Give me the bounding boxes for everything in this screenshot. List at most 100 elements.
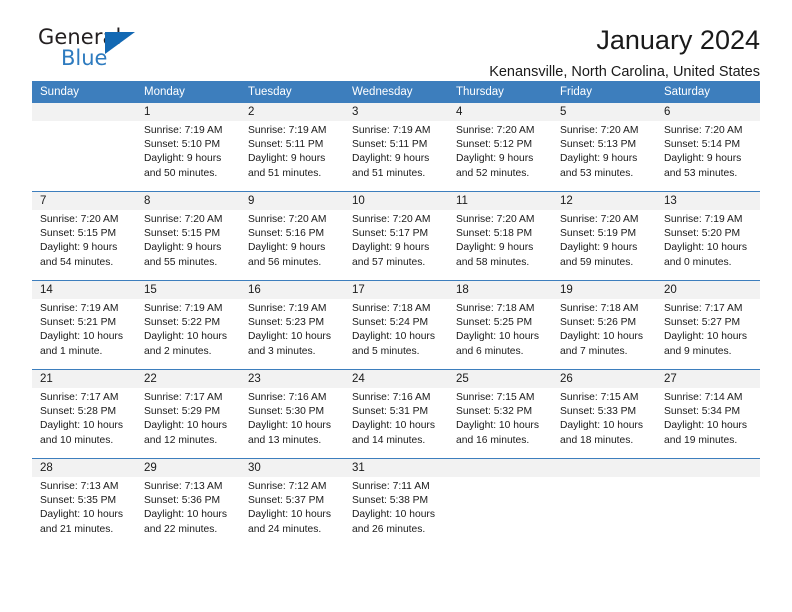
sunset-time: Sunset: 5:25 PM <box>456 317 533 329</box>
calendar-day-cell[interactable]: 12 Sunrise: 7:20 AM Sunset: 5:19 PM Dayligh… <box>552 192 656 280</box>
calendar-day-cell[interactable]: 31 Sunrise: 7:11 AM Sunset: 5:38 PM Dayligh… <box>344 459 448 547</box>
calendar-day-cell[interactable]: 11 Sunrise: 7:20 AM Sunset: 5:18 PM Dayligh… <box>448 192 552 280</box>
calendar-day-cell[interactable]: 30 Sunrise: 7:12 AM Sunset: 5:37 PM Dayligh… <box>240 459 344 547</box>
day-number: 14 <box>32 281 136 299</box>
daylight-duration-line1: Daylight: 10 hours <box>144 420 227 432</box>
sunset-time: Sunset: 5:38 PM <box>352 495 429 507</box>
calendar-day-cell[interactable]: 28 Sunrise: 7:13 AM Sunset: 5:35 PM Dayligh… <box>32 459 136 547</box>
daylight-duration-line1: Daylight: 10 hours <box>456 331 539 343</box>
calendar-weeks: 1 Sunrise: 7:19 AM Sunset: 5:10 PM Daylight… <box>32 103 760 547</box>
calendar-day-cell[interactable]: 13 Sunrise: 7:19 AM Sunset: 5:20 PM Dayligh… <box>656 192 760 280</box>
day-sun-info: Sunrise: 7:12 AM Sunset: 5:37 PM Daylight:… <box>240 477 344 537</box>
calendar-day-cell[interactable]: 21 Sunrise: 7:17 AM Sunset: 5:28 PM Dayligh… <box>32 370 136 458</box>
daylight-duration-line2: and 0 minutes. <box>664 256 732 268</box>
calendar-day-cell[interactable]: 29 Sunrise: 7:13 AM Sunset: 5:36 PM Dayligh… <box>136 459 240 547</box>
calendar-day-cell[interactable]: 15 Sunrise: 7:19 AM Sunset: 5:22 PM Dayligh… <box>136 281 240 369</box>
daylight-duration-line1: Daylight: 9 hours <box>560 242 638 254</box>
sunrise-time: Sunrise: 7:20 AM <box>456 214 535 225</box>
daylight-duration-line1: Daylight: 10 hours <box>456 420 539 432</box>
calendar-day-cell[interactable]: 19 Sunrise: 7:18 AM Sunset: 5:26 PM Dayligh… <box>552 281 656 369</box>
sunrise-time: Sunrise: 7:18 AM <box>560 303 639 314</box>
calendar-day-cell[interactable]: 8 Sunrise: 7:20 AM Sunset: 5:15 PM Daylight… <box>136 192 240 280</box>
calendar-day-cell[interactable]: 24 Sunrise: 7:16 AM Sunset: 5:31 PM Dayligh… <box>344 370 448 458</box>
day-sun-info: Sunrise: 7:17 AM Sunset: 5:27 PM Daylight:… <box>656 299 760 359</box>
sunset-time: Sunset: 5:28 PM <box>40 406 117 418</box>
daylight-duration-line2: and 26 minutes. <box>352 523 426 535</box>
day-number: 30 <box>240 459 344 477</box>
calendar-day-cell[interactable]: 14 Sunrise: 7:19 AM Sunset: 5:21 PM Dayligh… <box>32 281 136 369</box>
sunrise-time: Sunrise: 7:20 AM <box>352 214 431 225</box>
calendar-day-cell[interactable]: 5 Sunrise: 7:20 AM Sunset: 5:13 PM Daylight… <box>552 103 656 191</box>
calendar-day-cell[interactable]: 2 Sunrise: 7:19 AM Sunset: 5:11 PM Daylight… <box>240 103 344 191</box>
daylight-duration-line2: and 12 minutes. <box>144 434 218 446</box>
weekday-header-monday: Monday <box>144 86 185 98</box>
day-number: 27 <box>656 370 760 388</box>
calendar-day-cell[interactable]: 18 Sunrise: 7:18 AM Sunset: 5:25 PM Dayligh… <box>448 281 552 369</box>
daylight-duration-line2: and 59 minutes. <box>560 256 634 268</box>
daylight-duration-line2: and 55 minutes. <box>144 256 218 268</box>
day-sun-info: Sunrise: 7:19 AM Sunset: 5:22 PM Daylight:… <box>136 299 240 359</box>
sunrise-time: Sunrise: 7:17 AM <box>144 392 223 403</box>
sunset-time: Sunset: 5:33 PM <box>560 406 637 418</box>
sunrise-time: Sunrise: 7:12 AM <box>248 481 327 492</box>
sunrise-time: Sunrise: 7:15 AM <box>560 392 639 403</box>
sunset-time: Sunset: 5:30 PM <box>248 406 325 418</box>
day-sun-info: Sunrise: 7:19 AM Sunset: 5:23 PM Daylight:… <box>240 299 344 359</box>
calendar-day-cell[interactable]: 22 Sunrise: 7:17 AM Sunset: 5:29 PM Dayligh… <box>136 370 240 458</box>
calendar-day-cell[interactable]: 10 Sunrise: 7:20 AM Sunset: 5:17 PM Dayligh… <box>344 192 448 280</box>
sunset-time: Sunset: 5:19 PM <box>560 228 637 240</box>
day-sun-info: Sunrise: 7:19 AM Sunset: 5:11 PM Daylight:… <box>240 121 344 181</box>
day-number <box>552 459 656 477</box>
calendar-day-cell[interactable]: 4 Sunrise: 7:20 AM Sunset: 5:12 PM Daylight… <box>448 103 552 191</box>
day-number: 7 <box>32 192 136 210</box>
sunset-time: Sunset: 5:34 PM <box>664 406 741 418</box>
daylight-duration-line2: and 3 minutes. <box>248 345 316 357</box>
sunrise-time: Sunrise: 7:13 AM <box>144 481 223 492</box>
general-blue-logo[interactable]: General Blue <box>32 24 172 80</box>
calendar-day-cell[interactable]: 27 Sunrise: 7:14 AM Sunset: 5:34 PM Dayligh… <box>656 370 760 458</box>
day-sun-info: Sunrise: 7:18 AM Sunset: 5:24 PM Daylight:… <box>344 299 448 359</box>
calendar-day-cell[interactable]: 6 Sunrise: 7:20 AM Sunset: 5:14 PM Daylight… <box>656 103 760 191</box>
sunset-time: Sunset: 5:32 PM <box>456 406 533 418</box>
sunset-time: Sunset: 5:11 PM <box>352 139 428 151</box>
sunset-time: Sunset: 5:22 PM <box>144 317 221 329</box>
daylight-duration-line2: and 24 minutes. <box>248 523 322 535</box>
sunrise-time: Sunrise: 7:20 AM <box>40 214 119 225</box>
daylight-duration-line2: and 14 minutes. <box>352 434 426 446</box>
calendar-week-row: 1 Sunrise: 7:19 AM Sunset: 5:10 PM Daylight… <box>32 103 760 191</box>
calendar-day-cell[interactable]: 23 Sunrise: 7:16 AM Sunset: 5:30 PM Dayligh… <box>240 370 344 458</box>
day-number: 28 <box>32 459 136 477</box>
calendar-day-cell[interactable]: 17 Sunrise: 7:18 AM Sunset: 5:24 PM Dayligh… <box>344 281 448 369</box>
day-sun-info: Sunrise: 7:20 AM Sunset: 5:16 PM Daylight:… <box>240 210 344 270</box>
weekday-header-row: Sunday Monday Tuesday Wednesday Thursday… <box>32 81 760 103</box>
calendar-day-cell[interactable]: 26 Sunrise: 7:15 AM Sunset: 5:33 PM Dayligh… <box>552 370 656 458</box>
calendar-day-cell[interactable]: 20 Sunrise: 7:17 AM Sunset: 5:27 PM Dayligh… <box>656 281 760 369</box>
calendar-day-cell[interactable]: 25 Sunrise: 7:15 AM Sunset: 5:32 PM Dayligh… <box>448 370 552 458</box>
weekday-header-saturday: Saturday <box>664 86 711 98</box>
calendar-day-cell[interactable]: 3 Sunrise: 7:19 AM Sunset: 5:11 PM Daylight… <box>344 103 448 191</box>
day-number: 23 <box>240 370 344 388</box>
sunset-time: Sunset: 5:14 PM <box>664 139 741 151</box>
calendar-page: General Blue January 2024 Kenansville, N… <box>0 0 792 612</box>
calendar-day-cell[interactable]: 9 Sunrise: 7:20 AM Sunset: 5:16 PM Daylight… <box>240 192 344 280</box>
daylight-duration-line2: and 57 minutes. <box>352 256 426 268</box>
calendar-day-cell[interactable]: 1 Sunrise: 7:19 AM Sunset: 5:10 PM Daylight… <box>136 103 240 191</box>
calendar-day-cell[interactable]: 16 Sunrise: 7:19 AM Sunset: 5:23 PM Dayligh… <box>240 281 344 369</box>
daylight-duration-line2: and 16 minutes. <box>456 434 530 446</box>
daylight-duration-line2: and 19 minutes. <box>664 434 738 446</box>
daylight-duration-line1: Daylight: 9 hours <box>560 153 638 165</box>
day-number: 10 <box>344 192 448 210</box>
sunset-time: Sunset: 5:12 PM <box>456 139 533 151</box>
sunset-time: Sunset: 5:26 PM <box>560 317 637 329</box>
day-number: 2 <box>240 103 344 121</box>
calendar-day-cell[interactable]: 7 Sunrise: 7:20 AM Sunset: 5:15 PM Daylight… <box>32 192 136 280</box>
day-number: 11 <box>448 192 552 210</box>
sunset-time: Sunset: 5:15 PM <box>40 228 117 240</box>
daylight-duration-line2: and 54 minutes. <box>40 256 114 268</box>
sunrise-time: Sunrise: 7:19 AM <box>248 125 327 136</box>
day-number: 26 <box>552 370 656 388</box>
daylight-duration-line1: Daylight: 9 hours <box>248 242 326 254</box>
daylight-duration-line1: Daylight: 10 hours <box>40 420 123 432</box>
day-number: 9 <box>240 192 344 210</box>
daylight-duration-line1: Daylight: 10 hours <box>352 509 435 521</box>
